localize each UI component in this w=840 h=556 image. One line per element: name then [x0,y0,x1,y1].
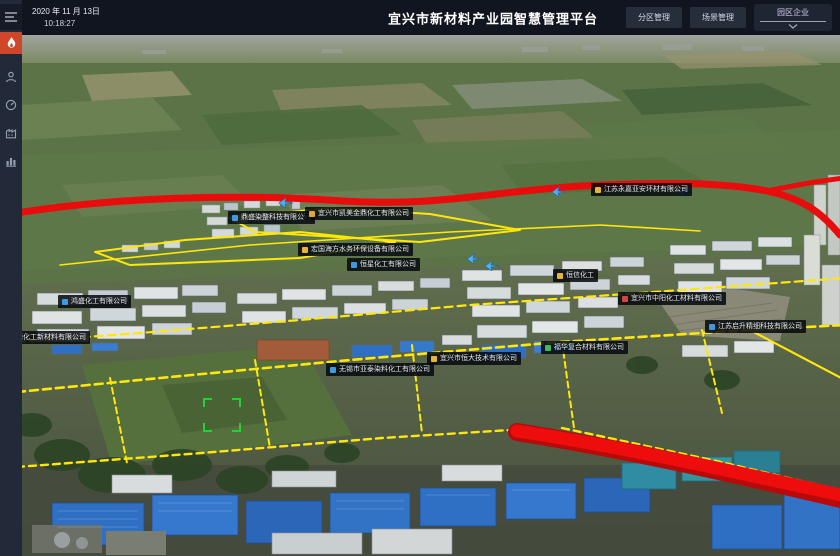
company-label-text: 恒星化工有限公司 [360,261,416,268]
company-label[interactable]: 宜兴市凯美金鼎化工有限公司 [305,207,413,220]
zone-management-button[interactable]: 分区管理 [626,7,682,28]
plane-marker-icon[interactable] [466,251,482,262]
dropdown-label: 园区企业 [777,7,809,18]
main-column: 2020 年 11 月 13日 10:18:27 宜兴市新材料产业园智慧管理平台… [22,0,840,556]
company-label[interactable]: 宜兴市恒大技术有限公司 [427,352,521,365]
map-overlay: 鼎盛染整科技有限公司宜兴市凯美金鼎化工有限公司宏国海方水务环保设备有限公司恒星化… [22,35,840,556]
company-marker-icon [545,345,551,351]
company-label[interactable]: 鸿盛化工有限公司 [58,295,131,308]
selection-box [203,398,241,432]
scene-management-button[interactable]: 场景管理 [690,7,746,28]
time-text: 10:18:27 [32,18,100,30]
company-label[interactable]: 福华复合材料有限公司 [541,341,628,354]
selection-corner [203,423,212,432]
company-marker-icon [622,296,628,302]
company-label[interactable]: 宜兴市中阳化工材料有限公司 [618,292,726,305]
company-label-text: 鼎盛染整科技有限公司 [241,214,311,221]
factory-icon[interactable] [0,122,22,144]
company-marker-icon [309,211,315,217]
company-label-text: 宏国海方水务环保设备有限公司 [311,246,409,253]
company-marker-icon [431,356,437,362]
company-label[interactable]: 江苏启升精细科技有限公司 [705,320,806,333]
company-marker-icon [557,273,563,279]
company-label-text: 江苏启升精细科技有限公司 [718,323,802,330]
bar-chart-icon[interactable] [0,150,22,172]
company-label[interactable]: 无锡市亚泰染料化工有限公司 [326,363,434,376]
company-label[interactable]: 苏源化工新材料有限公司 [22,331,90,344]
chevron-down-icon [788,24,798,29]
company-marker-icon [232,215,238,221]
company-label-text: 江苏永嘉亚安环材有限公司 [604,186,688,193]
date-text: 2020 年 11 月 13日 [32,6,100,18]
dropdown-divider [760,21,826,22]
page-title: 宜兴市新材料产业园智慧管理平台 [388,8,598,27]
company-marker-icon [595,187,601,193]
plane-marker-icon[interactable] [278,195,294,206]
sidebar [0,0,22,556]
company-marker-icon [302,247,308,253]
company-label-text: 无锡市亚泰染料化工有限公司 [339,366,430,373]
top-bar: 2020 年 11 月 13日 10:18:27 宜兴市新材料产业园智慧管理平台… [22,0,840,35]
header-actions: 分区管理 场景管理 园区企业 [626,0,832,35]
company-label-text: 宜兴市中阳化工材料有限公司 [631,295,722,302]
company-marker-icon [62,299,68,305]
company-marker-icon [351,262,357,268]
company-marker-icon [709,324,715,330]
company-label[interactable]: 恒信化工 [553,269,598,282]
company-label-text: 宜兴市凯美金鼎化工有限公司 [318,210,409,217]
park-enterprise-dropdown[interactable]: 园区企业 [754,4,832,31]
company-label[interactable]: 江苏永嘉亚安环材有限公司 [591,183,692,196]
selection-corner [232,423,241,432]
company-label-text: 苏源化工新材料有限公司 [22,334,86,341]
company-marker-icon [330,367,336,373]
company-label-text: 恒信化工 [566,272,594,279]
plane-marker-icon[interactable] [551,184,567,195]
company-label-text: 福华复合材料有限公司 [554,344,624,351]
selection-corner [232,398,241,407]
datetime: 2020 年 11 月 13日 10:18:27 [32,6,100,30]
user-icon[interactable] [0,66,22,88]
map-3d-view[interactable]: 鼎盛染整科技有限公司宜兴市凯美金鼎化工有限公司宏国海方水务环保设备有限公司恒星化… [22,35,840,556]
company-label[interactable]: 恒星化工有限公司 [347,258,420,271]
company-label-text: 鸿盛化工有限公司 [71,298,127,305]
plane-marker-icon[interactable] [484,258,500,269]
menu-icon[interactable] [0,4,22,30]
flame-icon[interactable] [0,32,22,54]
company-label-text: 宜兴市恒大技术有限公司 [440,355,517,362]
company-label[interactable]: 鼎盛染整科技有限公司 [228,211,315,224]
selection-corner [203,398,212,407]
app-window: 2020 年 11 月 13日 10:18:27 宜兴市新材料产业园智慧管理平台… [0,0,840,556]
company-label[interactable]: 宏国海方水务环保设备有限公司 [298,243,413,256]
gauge-icon[interactable] [0,94,22,116]
